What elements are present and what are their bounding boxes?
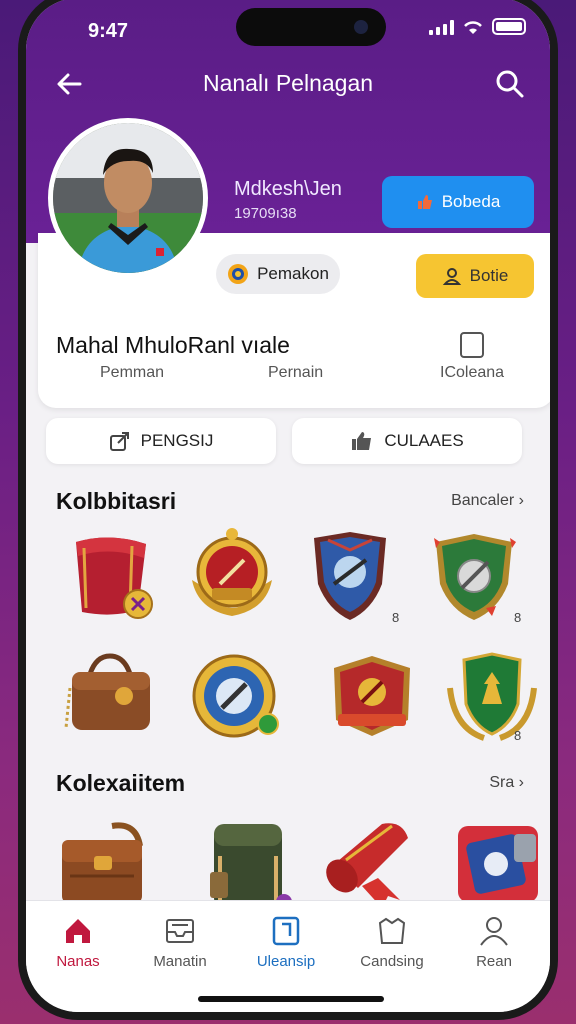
stat-label: IColeana: [440, 364, 505, 381]
stats-title: Mahal MhuloRanl vıale: [56, 332, 290, 358]
nav-label: Candsing: [360, 953, 424, 970]
primary-action-label: Bobeda: [441, 192, 501, 211]
primary-action-button[interactable]: Bobeda: [382, 176, 534, 228]
scarf-item[interactable]: [62, 528, 158, 624]
nav-home[interactable]: Nanas: [28, 915, 128, 970]
laurel-shield-item[interactable]: [444, 648, 540, 744]
section-title-collection: Kolbbitasri: [56, 488, 177, 514]
tab-label: CULAAES: [384, 431, 464, 450]
nav-inbox[interactable]: Manatin: [130, 915, 230, 970]
round-badge-item[interactable]: [186, 648, 282, 744]
notch: [236, 8, 386, 46]
nav-label: Manatin: [153, 953, 207, 970]
see-all-label: Bancaler: [451, 492, 515, 509]
home-indicator: [198, 996, 384, 1002]
nav-label: Nanas: [56, 953, 100, 970]
wifi-icon: [464, 20, 482, 34]
briefcase-item[interactable]: [56, 816, 152, 912]
item-count: 8: [514, 610, 522, 625]
avatar[interactable]: [48, 118, 208, 278]
tab-culaaes[interactable]: CULAAES: [292, 418, 522, 464]
nav-bag[interactable]: Candsing: [342, 915, 442, 970]
jersey-card-item[interactable]: [450, 816, 546, 912]
blue-shield-item[interactable]: [302, 528, 398, 624]
stat-label: Pernain: [268, 364, 324, 381]
page-title: Nanalı Pelnagan: [202, 70, 374, 96]
see-all-collection-link[interactable]: Bancaler ›: [451, 492, 524, 510]
chevron-right-icon: ›: [518, 492, 524, 509]
item-count: 8: [392, 610, 400, 625]
nav-label: Uleansip: [256, 953, 316, 970]
red-crest-item[interactable]: [324, 648, 420, 744]
nav-label: Rean: [476, 953, 512, 970]
person-icon: [442, 268, 461, 285]
level-chip[interactable]: Pemakon: [216, 254, 340, 294]
phone-frame: 9:47 Nanalı Pelnagan Mdkesh\Jen 19709ı38…: [18, 0, 558, 1020]
signal-icon: [429, 19, 454, 35]
secondary-action-label: Botie: [469, 266, 509, 285]
avatar-photo: [53, 123, 203, 273]
tab-label: PENGSIJ: [140, 431, 214, 450]
red-scroll-item[interactable]: [322, 816, 418, 912]
card-icon: [272, 916, 300, 946]
see-all-items-link[interactable]: Sra ›: [489, 774, 524, 792]
header-user-info: Mdkesh\Jen 19709ı38: [234, 178, 342, 222]
document-icon: [460, 332, 484, 358]
tab-pengsij[interactable]: PENGSIJ: [46, 418, 276, 464]
green-shield-item[interactable]: [426, 528, 522, 624]
top-header: Nanalı Pelnagan: [26, 58, 550, 108]
like-icon: [417, 195, 432, 209]
search-icon[interactable]: [492, 66, 528, 102]
user-name: Mdkesh\Jen: [234, 178, 342, 200]
see-all-label: Sra: [489, 774, 515, 791]
thumbs-up-icon: [352, 432, 372, 450]
user-icon: [480, 917, 508, 946]
backpack-item[interactable]: [200, 816, 296, 912]
status-time: 9:47: [88, 20, 129, 42]
nav-profile[interactable]: Rean: [444, 915, 544, 970]
user-id: 19709ı38: [234, 205, 297, 222]
home-icon: [66, 919, 90, 943]
gold-badge-item[interactable]: [184, 526, 280, 622]
level-chip-label: Pemakon: [257, 264, 329, 283]
section-title-items: Kolexaiitem: [56, 770, 186, 796]
chevron-right-icon: ›: [518, 774, 524, 791]
share-icon: [109, 432, 129, 451]
battery-icon: [492, 18, 526, 35]
inbox-icon: [166, 919, 194, 943]
secondary-action-button[interactable]: Botie: [416, 254, 534, 298]
item-count: 8: [514, 728, 522, 743]
coin-icon: [228, 264, 249, 284]
leather-bag-item[interactable]: [62, 648, 158, 744]
screen: 9:47 Nanalı Pelnagan Mdkesh\Jen 19709ı38…: [26, 0, 550, 1012]
bottom-navigation: Nanas Manatin Uleansip Candsing Rean: [26, 900, 550, 1012]
nav-card[interactable]: Uleansip: [236, 915, 336, 970]
stat-label: Pemman: [100, 364, 165, 381]
bag-icon: [378, 917, 406, 944]
status-icons: [429, 18, 526, 35]
